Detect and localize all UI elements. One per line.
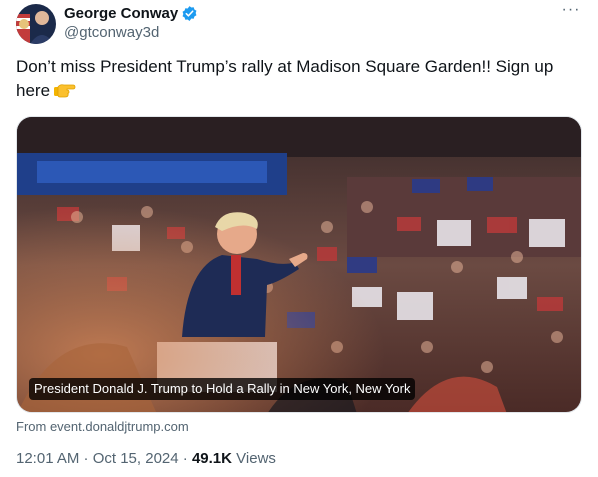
author-handle[interactable]: @gtconway3d [64,24,198,41]
author-avatar[interactable] [16,4,56,44]
verified-badge-icon [181,5,198,22]
link-preview-card[interactable]: President Donald J. Trump to Hold a Rall… [16,116,582,413]
tweet-meta: 12:01 AM · Oct 15, 2024 · 49.1K Views [16,450,276,467]
tweet-timestamp[interactable]: 12:01 AM · Oct 15, 2024 [16,450,179,467]
rally-photo [17,117,581,412]
card-source-link[interactable]: From event.donaldjtrump.com [16,419,189,434]
meta-separator: · [178,450,192,467]
views-label: Views [236,450,276,467]
more-options-icon[interactable]: ··· [560,2,582,20]
author-info: George Conway @gtconway3d [64,4,198,41]
author-name-row: George Conway [64,4,198,22]
pointing-right-emoji-icon [54,81,76,106]
card-caption: President Donald J. Trump to Hold a Rall… [29,378,416,400]
tweet-header: George Conway @gtconway3d ··· [16,2,582,44]
author-display-name[interactable]: George Conway [64,5,178,22]
tweet-body: Don’t miss President Trump’s rally at Ma… [16,57,554,100]
tweet-text: Don’t miss President Trump’s rally at Ma… [16,55,582,106]
views-count: 49.1K [191,450,232,467]
